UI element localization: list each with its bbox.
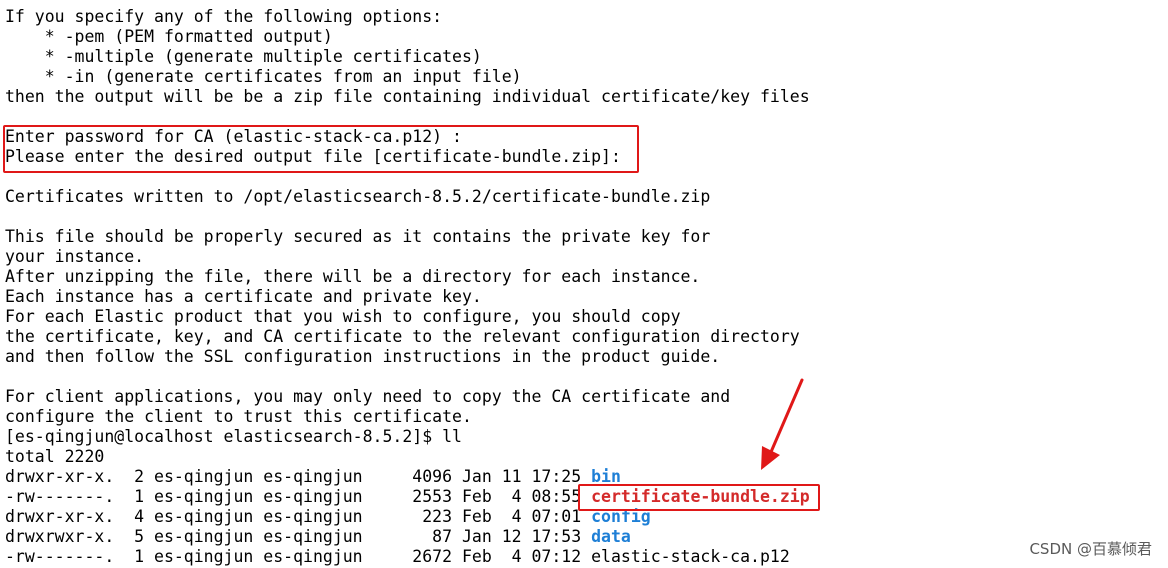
terminal-line: Enter password for CA (elastic-stack-ca.… [5,127,462,146]
terminal-line: For client applications, you may only ne… [5,387,731,406]
file-metadata: drwxrwxr-x. 5 es-qingjun es-qingjun 87 J… [5,527,592,546]
terminal-line: then the output will be be a zip file co… [5,87,810,106]
terminal-line: If you specify any of the following opti… [5,7,443,26]
file-metadata: drwxr-xr-x. 4 es-qingjun es-qingjun 223 … [5,507,592,526]
terminal-line: the certificate, key, and CA certificate… [5,327,800,346]
terminal-output: If you specify any of the following opti… [5,7,810,567]
terminal-line: Each instance has a certificate and priv… [5,287,482,306]
terminal-line: total 2220 [5,447,105,466]
file-metadata: -rw-------. 1 es-qingjun es-qingjun 2553… [5,487,592,506]
file-listing-row: drwxrwxr-x. 5 es-qingjun es-qingjun 87 J… [5,527,810,547]
terminal-line: * -pem (PEM formatted output) [5,27,333,46]
file-name: data [591,527,631,546]
terminal-window[interactable]: If you specify any of the following opti… [0,0,1168,568]
terminal-line: * -in (generate certificates from an inp… [5,67,522,86]
terminal-line: configure the client to trust this certi… [5,407,472,426]
terminal-line: After unzipping the file, there will be … [5,267,701,286]
file-name: config [591,507,651,526]
terminal-line: This file should be properly secured as … [5,227,711,246]
file-name: bin [591,467,621,486]
terminal-line: For each Elastic product that you wish t… [5,307,681,326]
file-listing-row: drwxr-xr-x. 2 es-qingjun es-qingjun 4096… [5,467,810,487]
file-listing-row: -rw-------. 1 es-qingjun es-qingjun 2553… [5,487,810,507]
terminal-line: and then follow the SSL configuration in… [5,347,721,366]
file-name: elastic-stack-ca.p12 [591,547,790,566]
terminal-line: your instance. [5,247,145,266]
terminal-line: Please enter the desired output file [ce… [5,147,621,166]
terminal-line: Certificates written to /opt/elasticsear… [5,187,711,206]
file-listing-row: -rw-------. 1 es-qingjun es-qingjun 2672… [5,547,810,567]
file-metadata: -rw-------. 1 es-qingjun es-qingjun 2672… [5,547,592,566]
csdn-watermark: CSDN @百慕倾君 [1029,540,1152,558]
terminal-line: * -multiple (generate multiple certifica… [5,47,482,66]
terminal-line: [es-qingjun@localhost elasticsearch-8.5.… [5,427,462,446]
file-name: certificate-bundle.zip [591,487,810,506]
file-metadata: drwxr-xr-x. 2 es-qingjun es-qingjun 4096… [5,467,592,486]
file-listing-row: drwxr-xr-x. 4 es-qingjun es-qingjun 223 … [5,507,810,527]
